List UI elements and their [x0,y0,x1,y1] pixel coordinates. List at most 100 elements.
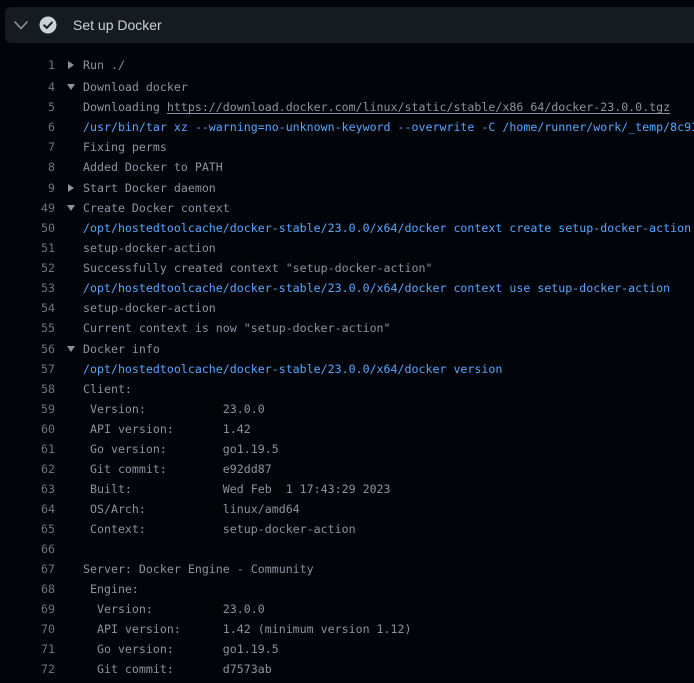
line-gutter [55,479,83,499]
triangle-down-icon[interactable] [67,346,75,352]
log-line: 61 Go version: go1.19.5 [0,439,694,459]
log-text: setup-docker-action [83,238,216,258]
log-line: 64 OS/Arch: linux/amd64 [0,499,694,519]
log-text: Added Docker to PATH [83,157,223,177]
log-text: API version: 1.42 [83,419,251,439]
line-gutter [55,399,83,419]
triangle-down-icon[interactable] [67,205,75,211]
step-header[interactable]: Set up Docker [5,7,694,43]
log-text: Server: Docker Engine - Community [83,559,314,579]
log-line: 62 Git commit: e92dd87 [0,459,694,479]
log-text: Version: 23.0.0 [83,599,265,619]
log-text: Go version: go1.19.5 [83,639,279,659]
line-number[interactable]: 49 [0,198,55,218]
log-text: Downloading [83,100,167,114]
group-title[interactable]: Docker info [83,339,160,359]
line-number[interactable]: 4 [0,77,55,97]
log-text: Context: setup-docker-action [83,519,356,539]
group-title[interactable]: Download docker [83,77,188,97]
line-number[interactable]: 72 [0,659,55,679]
log-line: 51 setup-docker-action [0,238,694,258]
line-gutter [55,157,83,177]
line-number[interactable]: 60 [0,419,55,439]
line-gutter [55,117,83,137]
log-line: 69 Version: 23.0.0 [0,599,694,619]
log-text: Built: Wed Feb 1 17:43:29 2023 [83,479,391,499]
log-line: 57/opt/hostedtoolcache/docker-stable/23.… [0,359,694,379]
log-text: Git commit: d7573ab [83,659,272,679]
log-text: API version: 1.42 (minimum version 1.12) [83,619,412,639]
line-number[interactable]: 8 [0,157,55,177]
line-number[interactable]: 50 [0,218,55,238]
log-text: Successfully created context "setup-dock… [83,258,432,278]
line-number[interactable]: 61 [0,439,55,459]
line-gutter [55,519,83,539]
line-number[interactable]: 1 [0,55,55,75]
log-line: 67 Server: Docker Engine - Community [0,559,694,579]
line-number[interactable]: 56 [0,339,55,359]
line-gutter [55,459,83,479]
log-group: 56Docker info57/opt/hostedtoolcache/dock… [0,339,694,679]
line-number[interactable]: 68 [0,579,55,599]
log-line: 50/opt/hostedtoolcache/docker-stable/23.… [0,218,694,238]
line-number[interactable]: 7 [0,137,55,157]
line-number[interactable]: 64 [0,499,55,519]
log-area: 1 Run ./ 4 Download docker 5 Downloading http… [0,55,694,679]
line-number[interactable]: 66 [0,539,55,559]
line-gutter [55,379,83,399]
line-number[interactable]: 55 [0,318,55,338]
line-gutter [55,339,83,359]
line-gutter [55,318,83,338]
line-number[interactable]: 9 [0,178,55,198]
log-line: 65 Context: setup-docker-action [0,519,694,539]
line-number[interactable]: 5 [0,97,55,117]
line-gutter [55,659,83,679]
log-group: 1 Run ./ [0,55,694,75]
log-line: 8 Added Docker to PATH [0,157,694,177]
log-line: 1 Run ./ [0,55,694,75]
log-line: 54 setup-docker-action [0,298,694,318]
log-line: 56 Docker info [0,339,694,359]
triangle-right-icon[interactable] [68,184,74,192]
group-title[interactable]: Run ./ [83,55,125,75]
line-number[interactable]: 57 [0,359,55,379]
line-gutter [55,97,83,117]
log-text: setup-docker-action [83,298,216,318]
triangle-right-icon[interactable] [68,61,74,69]
line-number[interactable]: 71 [0,639,55,659]
line-number[interactable]: 51 [0,238,55,258]
line-number[interactable]: 65 [0,519,55,539]
chevron-down-icon[interactable] [14,18,28,32]
log-text: /opt/hostedtoolcache/docker-stable/23.0.… [83,359,502,379]
line-number[interactable]: 54 [0,298,55,318]
line-gutter [55,298,83,318]
line-gutter [55,178,83,198]
line-gutter [55,619,83,639]
line-gutter [55,439,83,459]
line-number[interactable]: 58 [0,379,55,399]
log-text: Engine: [83,579,139,599]
line-number[interactable]: 52 [0,258,55,278]
log-line: 59 Version: 23.0.0 [0,399,694,419]
line-gutter [55,419,83,439]
line-gutter [55,198,83,218]
check-circle-icon [39,16,57,34]
log-line: 68 Engine: [0,579,694,599]
log-line: 55Current context is now "setup-docker-a… [0,318,694,338]
line-number[interactable]: 70 [0,619,55,639]
line-number[interactable]: 69 [0,599,55,619]
line-number[interactable]: 6 [0,117,55,137]
triangle-down-icon[interactable] [67,84,75,90]
log-line: 52 Successfully created context "setup-do… [0,258,694,278]
group-title[interactable]: Create Docker context [83,198,230,218]
line-number[interactable]: 63 [0,479,55,499]
log-line: 70 API version: 1.42 (minimum version 1.… [0,619,694,639]
log-line: 60 API version: 1.42 [0,419,694,439]
line-number[interactable]: 62 [0,459,55,479]
line-number[interactable]: 59 [0,399,55,419]
line-number[interactable]: 53 [0,278,55,298]
download-url-link[interactable]: https://download.docker.com/linux/static… [167,100,670,114]
group-title[interactable]: Start Docker daemon [83,178,216,198]
log-text: Go version: go1.19.5 [83,439,279,459]
line-number[interactable]: 67 [0,559,55,579]
